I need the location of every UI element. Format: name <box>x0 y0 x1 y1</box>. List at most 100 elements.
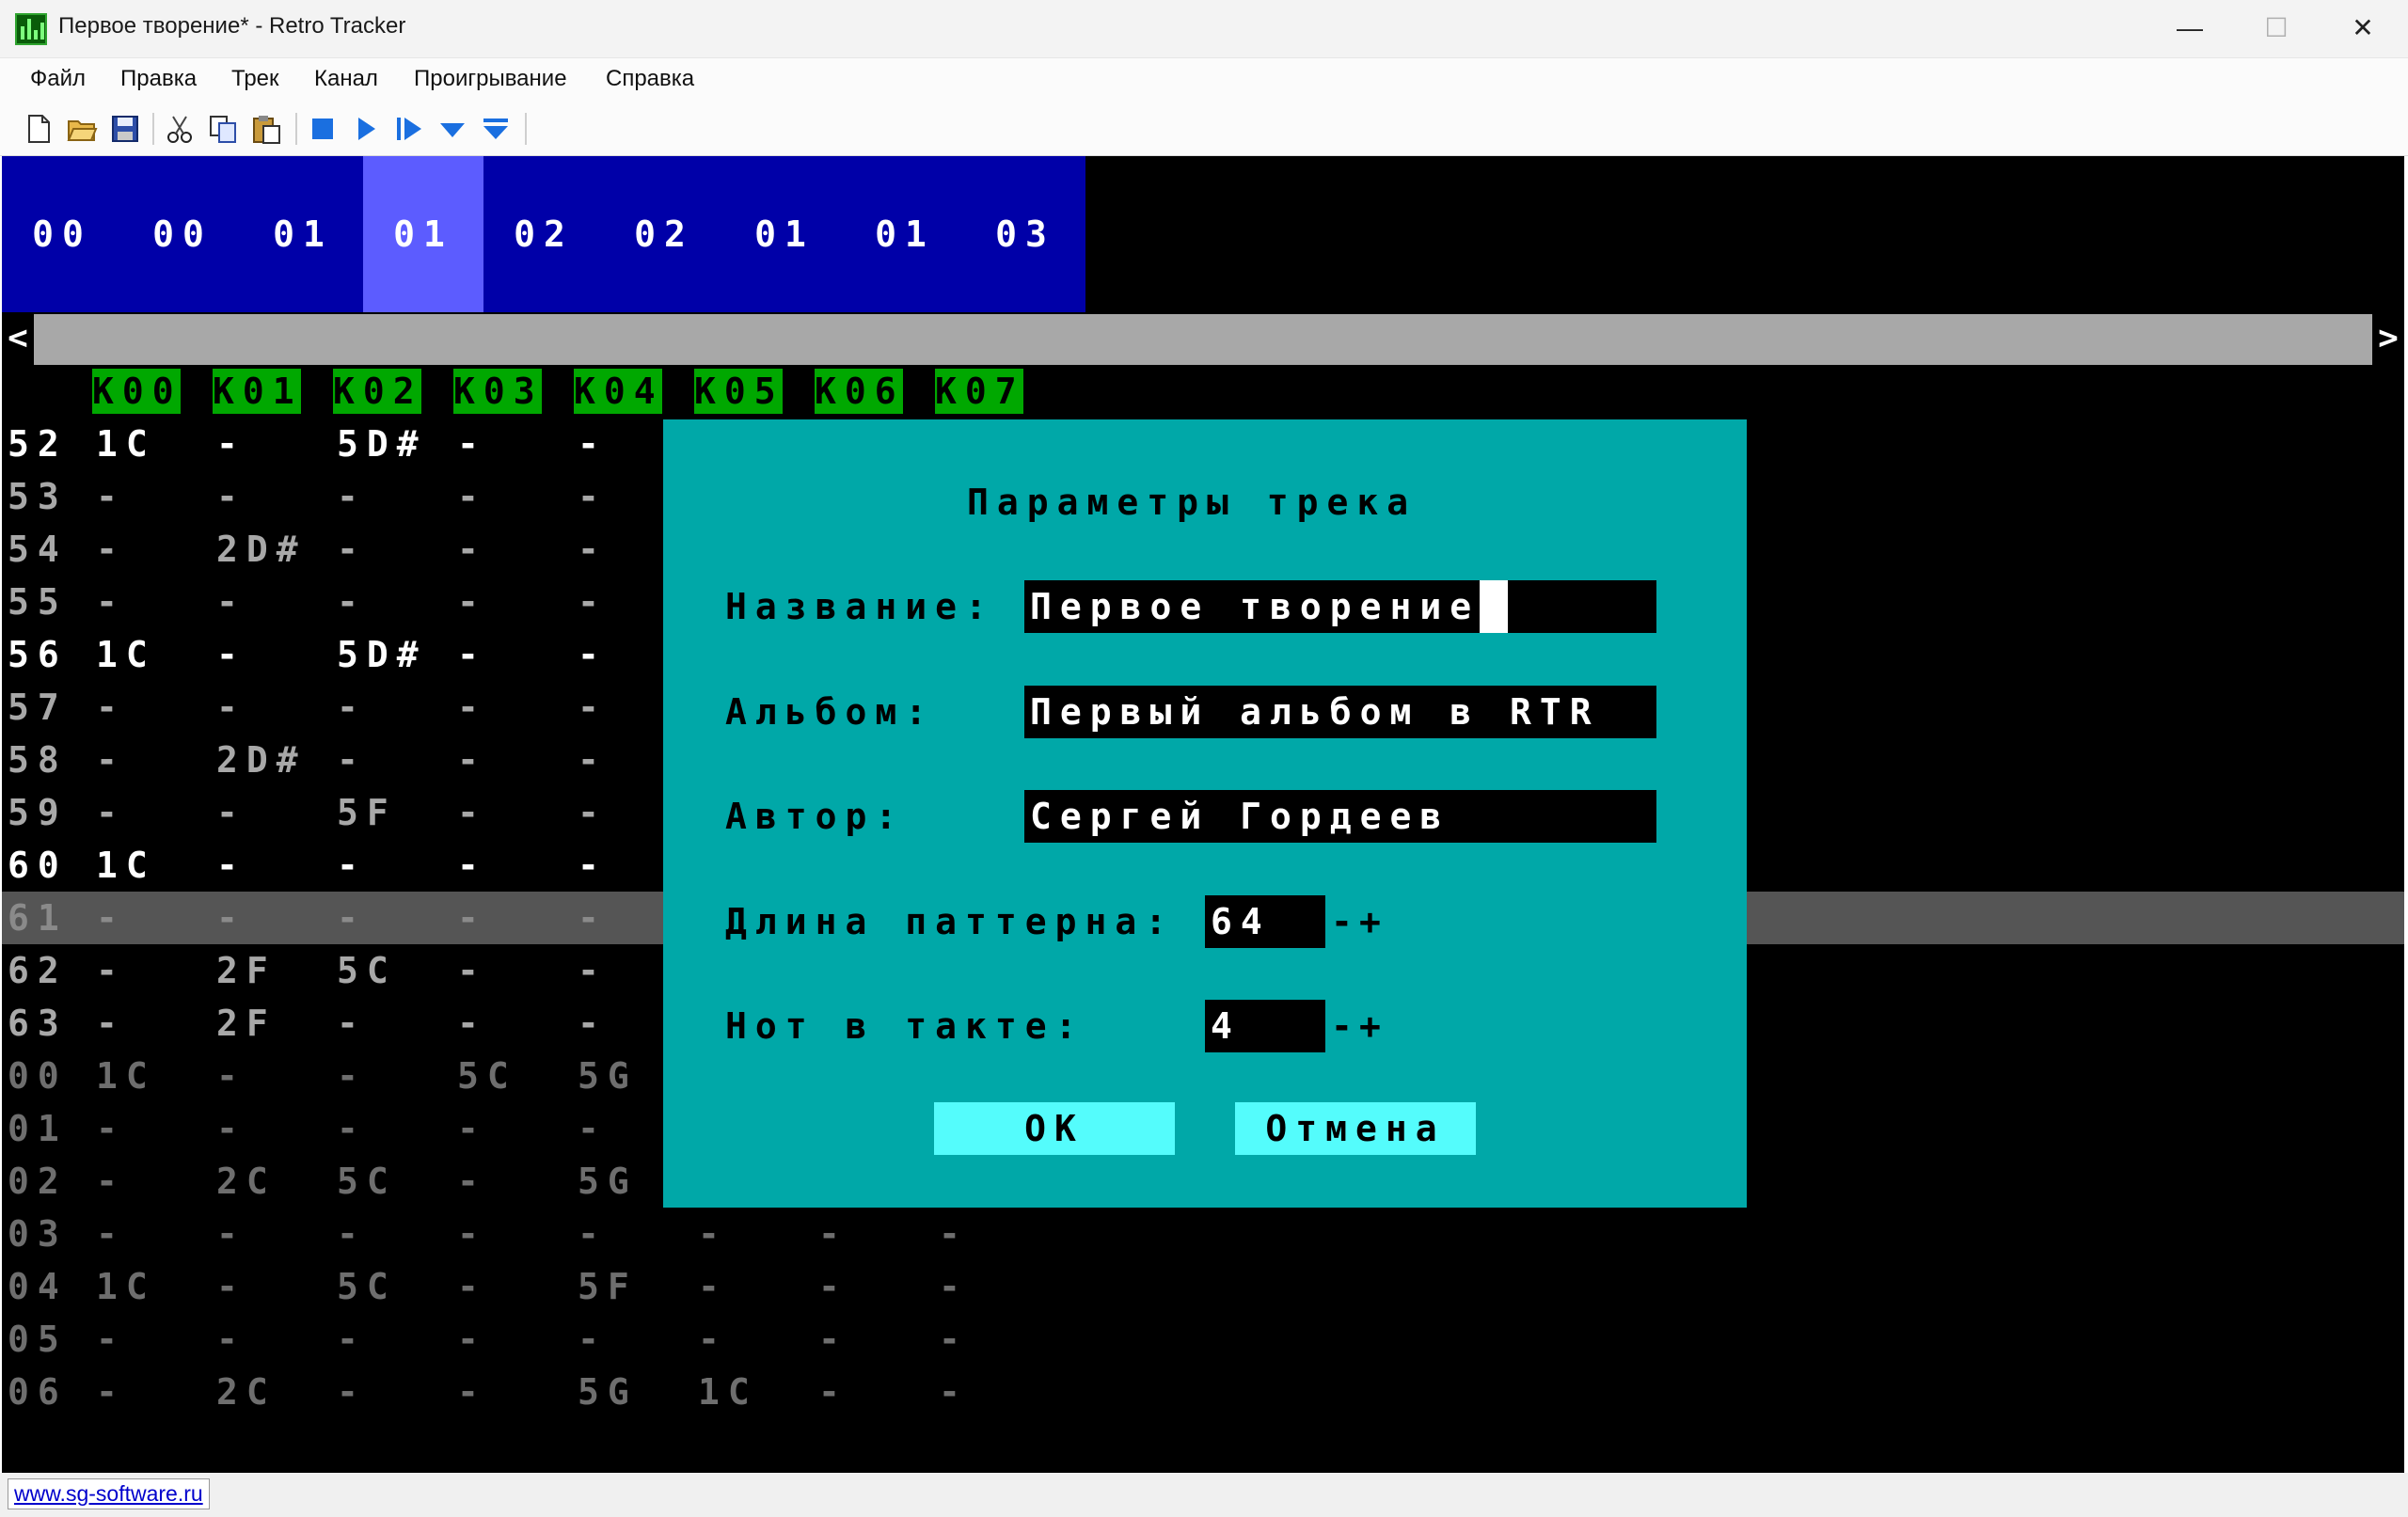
note-cell[interactable]: - <box>457 523 487 576</box>
note-cell[interactable]: - <box>939 1260 969 1313</box>
menu-channel[interactable]: Канал <box>314 66 378 92</box>
horizontal-scrollbar[interactable]: < > <box>2 314 2404 365</box>
album-field[interactable]: Первый альбом в RTR <box>1024 686 1656 738</box>
note-cell[interactable]: 5C <box>457 1050 517 1102</box>
note-cell[interactable]: - <box>457 944 487 997</box>
note-cell[interactable]: - <box>578 1313 608 1366</box>
note-cell[interactable]: - <box>578 892 608 944</box>
note-cell[interactable]: - <box>698 1208 728 1260</box>
menu-track[interactable]: Трек <box>231 66 279 92</box>
note-cell[interactable]: - <box>939 1366 969 1418</box>
note-cell[interactable]: - <box>96 470 126 523</box>
channel-header[interactable]: K02 <box>333 369 421 414</box>
note-cell[interactable]: 5F <box>337 786 397 839</box>
save-icon[interactable] <box>109 113 141 145</box>
notes-per-bar-decrement[interactable]: - <box>1331 1000 1361 1052</box>
note-cell[interactable]: - <box>818 1366 848 1418</box>
note-cell[interactable]: - <box>96 1313 126 1366</box>
note-cell[interactable]: - <box>96 734 126 786</box>
note-cell[interactable]: - <box>96 786 126 839</box>
note-cell[interactable]: - <box>578 470 608 523</box>
note-cell[interactable]: 5F <box>578 1260 638 1313</box>
note-cell[interactable]: - <box>818 1260 848 1313</box>
note-cell[interactable]: - <box>457 418 487 470</box>
channel-header[interactable]: K00 <box>92 369 181 414</box>
note-cell[interactable]: - <box>457 628 487 681</box>
note-cell[interactable]: - <box>96 944 126 997</box>
note-cell[interactable]: - <box>939 1208 969 1260</box>
note-cell[interactable]: - <box>457 1208 487 1260</box>
note-cell[interactable]: - <box>216 1050 246 1102</box>
menu-edit[interactable]: Правка <box>120 66 197 92</box>
channel-header[interactable]: K05 <box>694 369 783 414</box>
pattern-length-field[interactable]: 64 <box>1205 895 1325 948</box>
note-cell[interactable]: - <box>457 681 487 734</box>
note-cell[interactable]: - <box>578 786 608 839</box>
note-cell[interactable]: - <box>337 1313 367 1366</box>
note-cell[interactable]: 1C <box>96 628 156 681</box>
note-cell[interactable]: - <box>578 1208 608 1260</box>
channel-header[interactable]: K01 <box>213 369 301 414</box>
note-cell[interactable]: - <box>457 470 487 523</box>
stop-icon[interactable] <box>307 113 339 145</box>
note-cell[interactable]: - <box>337 892 367 944</box>
note-cell[interactable]: - <box>578 839 608 892</box>
note-cell[interactable]: 1C <box>96 418 156 470</box>
minimize-button[interactable]: — <box>2147 0 2233 56</box>
note-cell[interactable]: - <box>337 1208 367 1260</box>
note-cell[interactable]: - <box>96 892 126 944</box>
note-cell[interactable]: 2D# <box>216 523 307 576</box>
channel-header[interactable]: K07 <box>935 369 1023 414</box>
note-cell[interactable]: - <box>96 997 126 1050</box>
cancel-button[interactable]: Отмена <box>1235 1102 1476 1155</box>
pattern-row[interactable]: 05- - - - - - - - <box>2 1313 2404 1366</box>
note-cell[interactable]: - <box>216 418 246 470</box>
order-cell[interactable]: 00 <box>2 156 122 312</box>
order-cell[interactable]: 01 <box>724 156 845 312</box>
note-cell[interactable]: - <box>457 576 487 628</box>
menu-playback[interactable]: Проигрывание <box>414 66 567 92</box>
new-icon[interactable] <box>23 113 55 145</box>
note-cell[interactable]: 2C <box>216 1366 277 1418</box>
note-cell[interactable]: - <box>337 470 367 523</box>
note-cell[interactable]: - <box>96 1208 126 1260</box>
note-cell[interactable]: - <box>216 1260 246 1313</box>
open-icon[interactable] <box>66 113 98 145</box>
pattern-row[interactable]: 03- - - - - - - - <box>2 1208 2404 1260</box>
copy-icon[interactable] <box>207 113 239 145</box>
note-cell[interactable]: 2F <box>216 997 277 1050</box>
note-cell[interactable]: - <box>96 576 126 628</box>
note-cell[interactable]: - <box>96 523 126 576</box>
author-field[interactable]: Сергей Гордеев <box>1024 790 1656 843</box>
note-cell[interactable]: - <box>457 997 487 1050</box>
follow-icon[interactable] <box>436 113 468 145</box>
note-cell[interactable]: - <box>216 839 246 892</box>
channel-header[interactable]: K03 <box>453 369 542 414</box>
note-cell[interactable]: - <box>457 1260 487 1313</box>
note-cell[interactable]: - <box>457 1313 487 1366</box>
note-cell[interactable]: 2F <box>216 944 277 997</box>
pattern-length-increment[interactable]: + <box>1359 895 1389 948</box>
note-cell[interactable]: 1C <box>96 1260 156 1313</box>
note-cell[interactable]: 5G <box>578 1155 638 1208</box>
note-cell[interactable]: 5C <box>337 1260 397 1313</box>
notes-per-bar-increment[interactable]: + <box>1359 1000 1389 1052</box>
note-cell[interactable]: - <box>818 1208 848 1260</box>
play-pattern-icon[interactable] <box>393 113 425 145</box>
note-cell[interactable]: - <box>216 786 246 839</box>
note-cell[interactable]: - <box>578 576 608 628</box>
note-cell[interactable]: - <box>578 681 608 734</box>
pattern-row[interactable]: 06-2C - -5G 1C - - <box>2 1366 2404 1418</box>
website-link[interactable]: www.sg-software.ru <box>8 1478 210 1509</box>
notes-per-bar-field[interactable]: 4 <box>1205 1000 1325 1052</box>
note-cell[interactable]: - <box>578 628 608 681</box>
order-cell[interactable]: 02 <box>604 156 724 312</box>
note-cell[interactable]: - <box>578 523 608 576</box>
note-cell[interactable]: - <box>96 1366 126 1418</box>
note-cell[interactable]: - <box>216 1313 246 1366</box>
note-cell[interactable]: - <box>216 892 246 944</box>
order-cell[interactable]: 01 <box>845 156 965 312</box>
note-cell[interactable]: - <box>337 681 367 734</box>
scroll-left-icon[interactable]: < <box>2 314 34 365</box>
note-cell[interactable]: 5C <box>337 944 397 997</box>
